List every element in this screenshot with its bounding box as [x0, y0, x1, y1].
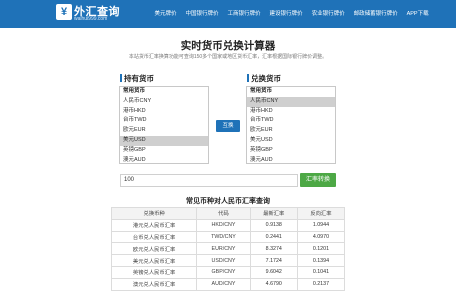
reverse-rate-cell: 0.2137: [296, 277, 346, 291]
list-option[interactable]: 欧元EUR: [120, 126, 208, 136]
code-cell: GBP/CNY: [196, 265, 251, 279]
table-row: 美元兑人民币汇率 USD/CNY 7.1724 0.1394: [110, 254, 346, 267]
list-group-header: 常用货币: [250, 88, 273, 94]
code-cell: AUD/CNY: [196, 277, 251, 291]
list-option[interactable]: 英镑GBP: [247, 146, 335, 156]
list-option[interactable]: 台币TWD: [247, 116, 335, 126]
rates-table-title: 常见币种对人民币汇率查询: [186, 198, 270, 205]
nav-item-psbc-rate[interactable]: 邮政储蓄银行牌价: [349, 0, 402, 28]
list-group-header: 常用货币: [123, 88, 146, 94]
swap-button[interactable]: 互换: [216, 120, 240, 132]
pair-name-cell[interactable]: 美元兑人民币汇率: [110, 254, 198, 267]
list-option[interactable]: 人民币CNY: [120, 97, 208, 107]
site-logo[interactable]: ¥ 外汇查询 waihui999.com: [56, 3, 120, 25]
list-option[interactable]: 台币TWD: [120, 116, 208, 126]
table-row: 英镑兑人民币汇率 GBP/CNY 9.6042 0.1041: [110, 265, 346, 279]
label-accent-bar: [247, 74, 249, 82]
nav-item-app-download[interactable]: APP下载: [402, 0, 433, 28]
table-header-row: 兑换币种 代码 最新汇率 反向汇率: [110, 207, 346, 220]
code-cell: TWD/CNY: [196, 230, 251, 244]
have-currency-label-text: 持有货币: [124, 74, 154, 83]
nav-item-usd-rate[interactable]: 美元牌价: [150, 0, 181, 28]
reverse-rate-cell: 4.0970: [296, 230, 346, 244]
code-cell: USD/CNY: [196, 254, 251, 267]
pair-name-cell[interactable]: 英镑兑人民币汇率: [110, 265, 198, 279]
have-currency-label: 持有货币: [120, 73, 154, 84]
list-option[interactable]: 港币HKD: [120, 107, 208, 117]
main-nav: 美元牌价 中国银行牌价 工商银行牌价 建设银行牌价 农业银行牌价 邮政储蓄银行牌…: [150, 0, 433, 28]
rate-cell: 9.6042: [249, 265, 298, 279]
rate-cell: 8.3274: [249, 242, 298, 256]
want-currency-label-text: 兑换货币: [251, 74, 281, 83]
page-title: 实时货币兑换计算器: [180, 40, 276, 52]
column-header: 最新汇率: [249, 207, 298, 220]
label-accent-bar: [120, 74, 122, 82]
pair-name-cell[interactable]: 澳元兑人民币汇率: [110, 277, 198, 291]
pair-name-cell[interactable]: 欧元兑人民币汇率: [110, 242, 198, 256]
rate-cell: 4.6790: [249, 277, 298, 291]
column-header: 兑换币种: [110, 207, 198, 220]
table-row: 台币兑人民币汇率 TWD/CNY 0.2441 4.0970: [110, 230, 346, 244]
pair-name-cell[interactable]: 港元兑人民币汇率: [110, 218, 198, 232]
reverse-rate-cell: 0.1201: [296, 242, 346, 256]
list-option-selected[interactable]: 美元USD: [120, 135, 208, 146]
list-option[interactable]: 澳元AUD: [247, 156, 335, 163]
table-row: 港元兑人民币汇率 HKD/CNY 0.9138 1.0944: [110, 218, 346, 232]
column-header: 代码: [196, 207, 251, 220]
have-currency-list[interactable]: 常用货币 人民币CNY 港币HKD 台币TWD 欧元EUR 美元USD 英镑GB…: [119, 86, 209, 164]
convert-button[interactable]: 汇率转换: [300, 173, 336, 187]
top-navigation-bar: ¥ 外汇查询 waihui999.com 美元牌价 中国银行牌价 工商银行牌价 …: [0, 0, 456, 28]
nav-item-ccb-rate[interactable]: 建设银行牌价: [265, 0, 307, 28]
amount-input[interactable]: 100: [120, 174, 298, 187]
rate-cell: 0.9138: [249, 218, 298, 232]
want-currency-label: 兑换货币: [247, 73, 281, 84]
nav-item-abc-rate[interactable]: 农业银行牌价: [307, 0, 349, 28]
list-option[interactable]: 欧元EUR: [247, 126, 335, 136]
reverse-rate-cell: 1.0944: [296, 218, 346, 232]
code-cell: HKD/CNY: [196, 218, 251, 232]
rate-cell: 0.2441: [249, 230, 298, 244]
list-option[interactable]: 英镑GBP: [120, 146, 208, 156]
logo-icon: ¥: [56, 4, 72, 20]
rates-table: 兑换币种 代码 最新汇率 反向汇率 港元兑人民币汇率 HKD/CNY 0.913…: [110, 207, 346, 291]
list-option-selected[interactable]: 人民币CNY: [247, 96, 335, 107]
reverse-rate-cell: 0.1041: [296, 265, 346, 279]
list-option[interactable]: 澳元AUD: [120, 156, 208, 163]
rate-cell: 7.1724: [249, 254, 298, 267]
list-option[interactable]: 港币HKD: [247, 107, 335, 117]
nav-item-boc-rate[interactable]: 中国银行牌价: [181, 0, 223, 28]
logo-url: waihui999.com: [74, 16, 108, 22]
list-option[interactable]: 美元USD: [247, 136, 335, 146]
reverse-rate-cell: 0.1394: [296, 254, 346, 267]
code-cell: EUR/CNY: [196, 242, 251, 256]
pair-name-cell[interactable]: 台币兑人民币汇率: [110, 230, 198, 244]
want-currency-list[interactable]: 常用货币 人民币CNY 港币HKD 台币TWD 欧元EUR 美元USD 英镑GB…: [246, 86, 336, 164]
table-row: 欧元兑人民币汇率 EUR/CNY 8.3274 0.1201: [110, 242, 346, 256]
table-row: 澳元兑人民币汇率 AUD/CNY 4.6790 0.2137: [110, 277, 346, 291]
page-subtitle: 本站货币汇率换算功能可查询150多个国家或地区货币汇率，汇率根据国际银行牌价调整…: [128, 54, 328, 60]
nav-item-icbc-rate[interactable]: 工商银行牌价: [223, 0, 265, 28]
column-header: 反向汇率: [296, 207, 346, 220]
